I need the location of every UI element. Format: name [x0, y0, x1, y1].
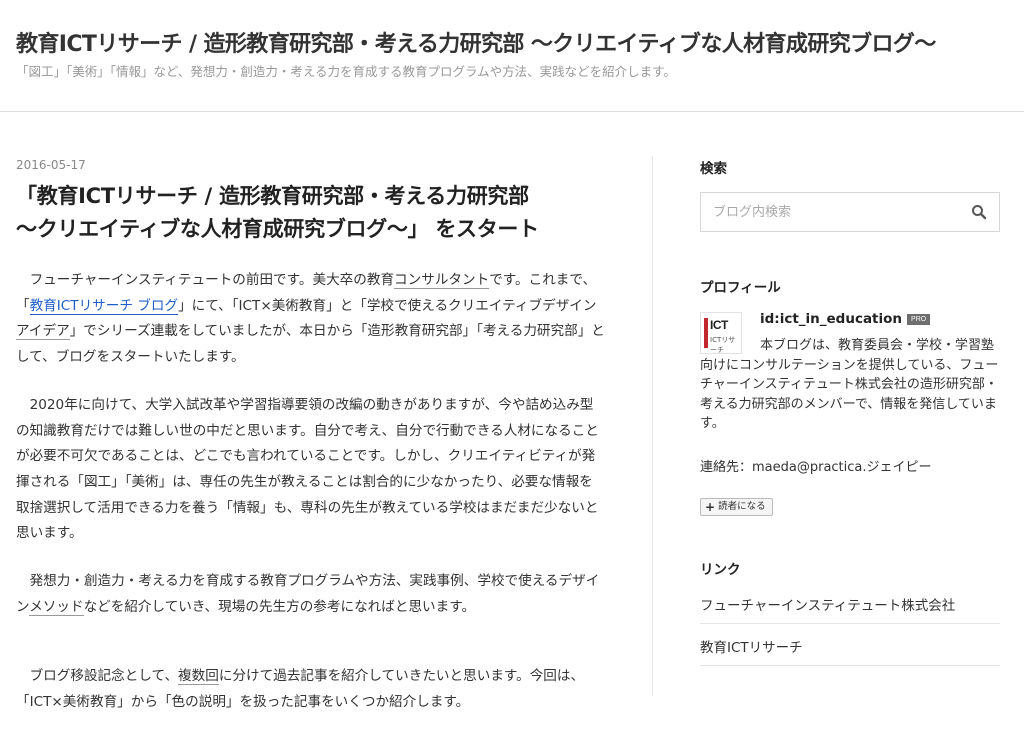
keyword-link[interactable]: メソッド: [29, 598, 84, 616]
paragraph-2: 2020年に向けて、大学入試改革や学習指導要領の改編の動きがありますが、今や詰め…: [16, 396, 599, 542]
blog-link[interactable]: 教育ICTリサーチ ブログ: [29, 297, 179, 315]
profile-id-text[interactable]: id:ict_in_education: [760, 311, 902, 327]
site-description: 「図工」「美術」「情報」など、発想力・創造力・考える力を育成する教育プログラムや…: [16, 64, 676, 79]
paragraph-1: フューチャーインスティテュートの前田です。美大卒の教育コンサルタントです。これま…: [16, 268, 606, 371]
text: 」にて、「ICT×美術教育」と「学校で使えるクリエイティブデザイン: [178, 297, 597, 314]
keyword-link[interactable]: コンサルタント: [394, 272, 490, 289]
search-title: 検索: [700, 161, 727, 177]
keyword-link[interactable]: アイデア: [16, 323, 70, 341]
search-box: [700, 192, 1000, 232]
search-icon[interactable]: [971, 204, 987, 220]
subscribe-label: 読者になる: [718, 501, 766, 512]
profile-contact: 連絡先：maeda@practica.ジェイピー: [700, 460, 932, 475]
text: ブログ移設記念として、: [16, 668, 179, 685]
profile-text: 本ブログは、教育委員会・学校・学習塾向けにコンサルテーションを提供している、フュ…: [700, 336, 1000, 434]
entry-body: フューチャーインスティテュートの前田です。美大卒の教育コンサルタントです。これま…: [16, 268, 606, 716]
link-divider: [700, 623, 1000, 624]
entry-title[interactable]: 「教育ICTリサーチ / 造形教育研究部・考える力研究部 〜クリエイティブな人材…: [16, 180, 606, 246]
entry-date[interactable]: 2016-05-17: [16, 158, 606, 172]
text: などを紹介していき、現場の先生方の参考になればと思います。: [83, 598, 476, 615]
subscribe-button[interactable]: + 読者になる: [700, 498, 773, 516]
link-item[interactable]: 教育ICTリサーチ: [700, 636, 803, 656]
plus-icon: +: [705, 500, 716, 514]
text: 」でシリーズ連載をしていましたが、本日から「造形教育研究部」「考える力研究部」と…: [16, 323, 605, 366]
entry-title-line-2[interactable]: 〜クリエイティブな人材育成研究ブログ〜」 をスタート: [16, 217, 539, 241]
avatar-text: ICT: [710, 318, 728, 332]
column-divider: [652, 156, 653, 696]
pro-badge: PRO: [907, 314, 931, 325]
link-divider: [700, 665, 1000, 666]
profile-title: プロフィール: [700, 280, 781, 296]
site-header: 教育ICTリサーチ / 造形教育研究部・考える力研究部 〜クリエイティブな人材育…: [0, 0, 1024, 112]
profile-id[interactable]: id:ict_in_education PRO: [760, 311, 931, 327]
links-title: リンク: [700, 562, 741, 578]
text: フューチャーインスティテュートの前田です。美大卒の教育: [16, 272, 395, 288]
entry: 2016-05-17 「教育ICTリサーチ / 造形教育研究部・考える力研究部 …: [16, 158, 606, 738]
profile-text-body: 本ブログは、教育委員会・学校・学習塾向けにコンサルテーションを提供している、フュ…: [700, 338, 999, 432]
link-item[interactable]: フューチャーインスティテュート株式会社: [700, 594, 955, 614]
entry-title-line-1[interactable]: 「教育ICTリサーチ / 造形教育研究部・考える力研究部: [16, 184, 529, 208]
keyword-link[interactable]: 複数回: [178, 668, 219, 686]
paragraph-4: ブログ移設記念として、複数回に分けて過去記事を紹介していきたいと思います。今回は…: [16, 664, 606, 715]
site-title[interactable]: 教育ICTリサーチ / 造形教育研究部・考える力研究部 〜クリエイティブな人材育…: [16, 26, 936, 58]
search-input[interactable]: [701, 193, 951, 231]
paragraph-3: 発想力・創造力・考える力を育成する教育プログラムや方法、実践事例、学校で使えるデ…: [16, 569, 606, 620]
